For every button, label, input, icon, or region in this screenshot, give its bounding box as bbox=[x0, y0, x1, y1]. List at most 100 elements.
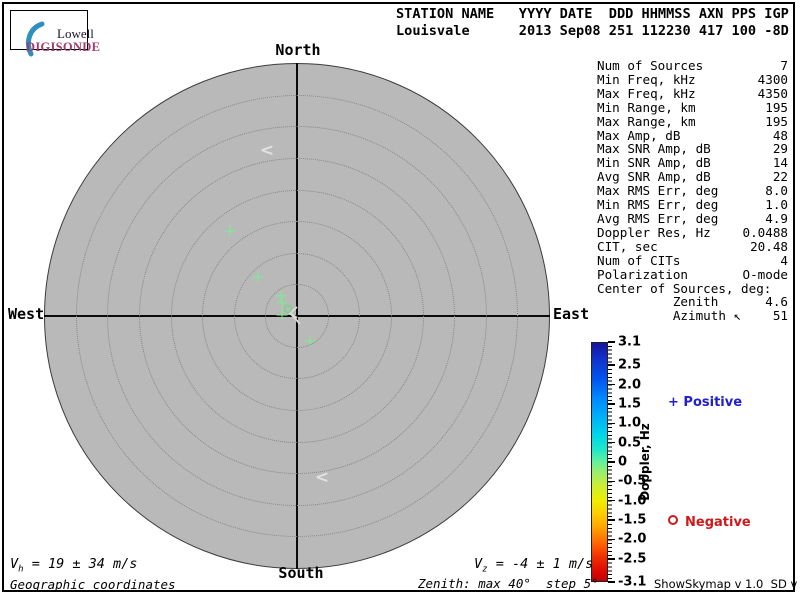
stat-row: Max Amp, dB 48 bbox=[597, 127, 788, 143]
colorbar-tick-label: -2.5 bbox=[618, 551, 647, 567]
header-columns-row: STATION NAME YYYY DATE DDD HHMMSS AXN PP… bbox=[396, 6, 789, 22]
colorbar-tick-label: -1.0 bbox=[618, 493, 647, 509]
colorbar-major-tick bbox=[608, 341, 615, 343]
stat-row: Polarization O-mode bbox=[597, 266, 789, 282]
stat-row: Min Freq, kHz 4300 bbox=[597, 73, 788, 87]
stat-value: 48 bbox=[772, 127, 788, 143]
stat-label: Polarization bbox=[597, 266, 688, 282]
ring-chevron-icon: < bbox=[314, 467, 330, 488]
colorbar-major-tick bbox=[608, 403, 615, 405]
colorbar-major-tick bbox=[608, 441, 615, 444]
negative-circle-icon bbox=[668, 515, 678, 525]
legend-negative: Negative bbox=[668, 515, 751, 530]
colorbar-tick-label: 0.5 bbox=[618, 435, 642, 451]
stat-row: Max SNR Amp, dB 29 bbox=[597, 142, 788, 156]
header-values-row: Louisvale 2013 Sep08 251 112230 417 100 … bbox=[396, 22, 789, 39]
stat-label: Min Freq, kHz bbox=[597, 71, 696, 87]
stat-value: O-mode bbox=[742, 266, 789, 282]
stat-value: 1.0 bbox=[765, 197, 788, 213]
ring-chevron-icon: < bbox=[259, 140, 275, 161]
stat-value: 4.9 bbox=[765, 210, 788, 226]
stat-row: Azimuth ↖ 51 bbox=[597, 309, 788, 323]
stat-row: Min Range, km 195 bbox=[597, 99, 788, 115]
stat-value: 4350 bbox=[757, 85, 788, 101]
source-mark-positive bbox=[224, 225, 236, 237]
stat-label: Avg SNR Amp, dB bbox=[597, 169, 711, 185]
stats-panel: Num of Sources 7 Min Freq, kHz 4300 Max Freq… bbox=[597, 59, 788, 323]
compass-label-east: East bbox=[553, 305, 590, 323]
stat-value: 195 bbox=[765, 113, 788, 129]
stat-value: 29 bbox=[772, 141, 788, 157]
stat-value: 7 bbox=[780, 58, 788, 73]
source-mark-positive bbox=[252, 271, 264, 283]
zenith-ring bbox=[75, 94, 519, 538]
stat-label: Min Range, km bbox=[597, 99, 696, 115]
colorbar-major-tick bbox=[608, 519, 615, 521]
colorbar-tick-label: 2.0 bbox=[618, 377, 642, 393]
colorbar-major-tick bbox=[608, 480, 615, 483]
stat-row: Num of Sources 7 bbox=[597, 59, 788, 73]
doppler-colorbar bbox=[591, 342, 608, 582]
stat-label: Num of CITs bbox=[597, 252, 681, 268]
stat-row: Num of CITs 4 bbox=[597, 252, 788, 268]
colorbar-tick-label: -3.1 bbox=[618, 574, 647, 590]
stat-label: Num of Sources bbox=[597, 58, 704, 73]
stat-label: Azimuth ↖ bbox=[597, 308, 742, 324]
colorbar-major-tick bbox=[608, 383, 615, 386]
stat-label: Center of Sources, deg: bbox=[597, 280, 772, 296]
colorbar-tick-label: 2.5 bbox=[618, 357, 642, 373]
colorbar-major-tick bbox=[608, 422, 615, 425]
stat-label: Min SNR Amp, dB bbox=[597, 155, 711, 171]
colorbar-tick-label: 1.5 bbox=[618, 396, 642, 412]
stat-label: Max Range, km bbox=[597, 113, 696, 129]
stat-value: 51 bbox=[772, 308, 788, 324]
stat-label: Max Freq, kHz bbox=[597, 85, 696, 101]
stat-label: Max RMS Err, deg bbox=[597, 183, 719, 199]
coordinates-note: Geographic coordinates bbox=[10, 577, 176, 592]
header-block: STATION NAME YYYY DATE DDD HHMMSS AXN PP… bbox=[396, 6, 789, 39]
compass-label-south: South bbox=[278, 564, 324, 582]
stat-label: Max Amp, dB bbox=[597, 127, 681, 143]
stat-label: Avg RMS Err, deg bbox=[597, 210, 719, 226]
colorbar-tick-label: -2.0 bbox=[618, 531, 647, 547]
zenith-range-note: Zenith: max 40° step 5° bbox=[418, 576, 599, 591]
stat-label: Doppler Res, Hz bbox=[597, 224, 711, 240]
stat-value: 4.6 bbox=[765, 294, 788, 310]
stat-row: Max RMS Err, deg 8.0 bbox=[597, 184, 788, 198]
lowell-digisonde-logo: Lowell DIGISONDE bbox=[10, 10, 100, 57]
legend-positive: + Positive bbox=[668, 395, 743, 410]
stat-label: CIT, sec bbox=[597, 238, 658, 254]
stat-value: 0.0488 bbox=[742, 224, 789, 240]
vertical-velocity-readout: Vz = -4 ± 1 m/s bbox=[474, 556, 594, 575]
stat-label: Max SNR Amp, dB bbox=[597, 141, 711, 157]
source-mark-positive bbox=[304, 335, 316, 347]
colorbar-major-tick bbox=[608, 581, 615, 583]
colorbar-tick-label: 3.1 bbox=[618, 334, 642, 350]
stat-row: Min RMS Err, deg 1.0 bbox=[597, 198, 788, 212]
logo-text-digisonde: DIGISONDE bbox=[26, 40, 101, 54]
stat-row: Max Freq, kHz 4350 bbox=[597, 85, 788, 101]
stat-value: 14 bbox=[772, 155, 788, 171]
legend-negative-label: Negative bbox=[685, 515, 751, 530]
stat-label: Min RMS Err, deg bbox=[597, 197, 719, 213]
colorbar-major-tick bbox=[608, 558, 615, 560]
showskymap-window: Lowell DIGISONDE STATION NAME YYYY DATE … bbox=[0, 0, 800, 600]
colorbar-tick-label: 1.0 bbox=[618, 415, 642, 431]
software-version: ShowSkymap v 1.0 SD v 5.1 bbox=[654, 577, 798, 591]
compass-label-west: West bbox=[8, 305, 45, 323]
stat-value: 20.48 bbox=[750, 238, 788, 254]
stat-value: 8.0 bbox=[765, 183, 788, 199]
stat-value: 195 bbox=[765, 99, 788, 115]
stat-row: Center of Sources, deg: bbox=[597, 280, 788, 296]
horizontal-velocity-readout: Vh = 19 ± 34 m/s bbox=[10, 556, 138, 575]
colorbar-major-tick bbox=[608, 499, 615, 502]
colorbar-tick-label: 0 bbox=[618, 454, 628, 470]
stat-row: Avg RMS Err, deg 4.9 bbox=[597, 212, 788, 226]
stat-row: Zenith 4.6 bbox=[597, 295, 788, 309]
colorbar-tick-label: -0.5 bbox=[618, 473, 647, 489]
stat-label: Zenith bbox=[597, 294, 719, 310]
compass-label-north: North bbox=[275, 41, 321, 59]
stat-row: Max Range, km 195 bbox=[597, 113, 788, 129]
colorbar-tick-label: -1.5 bbox=[618, 512, 647, 528]
colorbar-major-tick bbox=[608, 538, 615, 541]
